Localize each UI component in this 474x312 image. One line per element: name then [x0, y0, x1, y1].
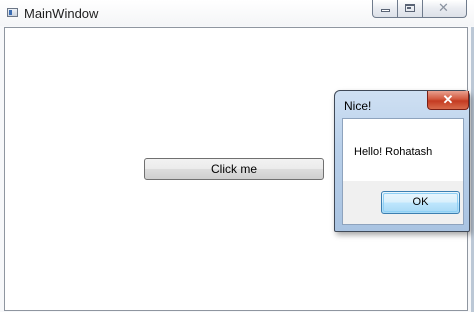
message-text: Hello! Rohatash [354, 146, 433, 158]
message-box-close-button[interactable]: ✕ [427, 91, 469, 110]
window-title: MainWindow [24, 6, 99, 21]
minimize-button[interactable] [372, 0, 398, 18]
main-title-bar[interactable]: MainWindow ✕ [0, 0, 474, 26]
window-icon[interactable] [7, 8, 18, 17]
message-box-footer: OK [343, 181, 463, 224]
close-button[interactable]: ✕ [423, 0, 467, 18]
maximize-icon [405, 4, 415, 12]
minimize-icon [381, 9, 390, 12]
close-icon: ✕ [438, 0, 449, 15]
message-box-title: Nice! [344, 99, 372, 113]
close-icon: ✕ [442, 92, 454, 107]
ok-button[interactable]: OK [381, 191, 460, 214]
message-box-body: Hello! Rohatash OK [342, 118, 464, 225]
maximize-button[interactable] [398, 0, 423, 18]
caption-buttons: ✕ [372, 0, 467, 19]
message-box: Nice! ✕ Hello! Rohatash OK [334, 90, 470, 232]
click-me-button[interactable]: Click me [144, 158, 324, 180]
